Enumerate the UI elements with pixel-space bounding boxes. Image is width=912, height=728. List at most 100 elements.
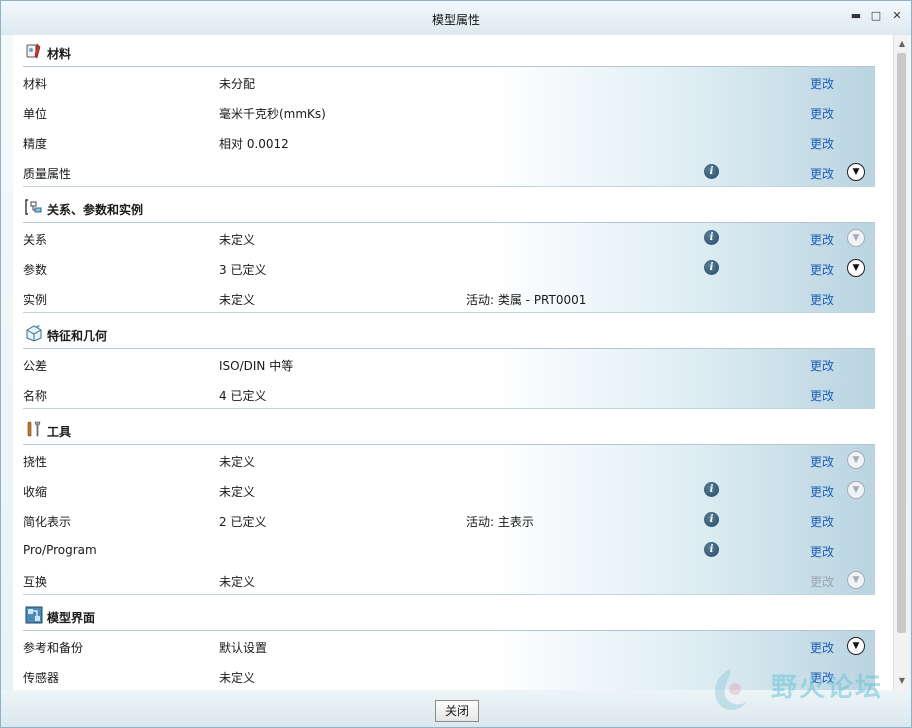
property-row: 材料 未分配 更改 bbox=[23, 67, 875, 97]
property-value: 默认设置 bbox=[219, 641, 268, 655]
section-title: 特征和几何 bbox=[47, 329, 108, 343]
property-value: 未定义 bbox=[219, 293, 256, 307]
property-value: 未定义 bbox=[219, 671, 256, 685]
feature-icon bbox=[25, 324, 43, 342]
property-label: 简化表示 bbox=[23, 515, 72, 529]
change-link: 更改 bbox=[810, 575, 835, 589]
property-row: 实例 未定义 活动: 类属 - PRT0001 更改 bbox=[23, 283, 875, 313]
property-value: 毫米千克秒(mmKs) bbox=[219, 107, 326, 121]
change-link[interactable]: 更改 bbox=[810, 639, 834, 656]
property-label: 名称 bbox=[23, 389, 48, 403]
change-link[interactable]: 更改 bbox=[810, 357, 834, 374]
property-label: 参考和备份 bbox=[23, 641, 84, 655]
section-rows: 挠性 未定义 更改 ▼ 收缩 未定义 i 更改 ▼ 简化表示 2 已定义 活动: 主表示 i 更改 Pro/… bbox=[23, 445, 875, 595]
dialog-title: 模型属性 bbox=[431, 13, 480, 27]
section-rows: 关系 未定义 i 更改 ▼ 参数 3 已定义 i 更改 ▼ 实例 未定义 活动: 类属 - PRT000… bbox=[23, 223, 875, 313]
relations-icon bbox=[25, 198, 43, 216]
chevron-down-icon: ▼ bbox=[847, 229, 865, 247]
scroll-up-icon[interactable]: ▲ bbox=[897, 39, 907, 49]
section-rows: 材料 未分配 更改 单位 毫米千克秒(mmKs) 更改 精度 相对 0.0012 更改 质量属性 i… bbox=[23, 67, 875, 187]
change-link[interactable]: 更改 bbox=[810, 135, 834, 152]
change-link[interactable]: 更改 bbox=[810, 261, 834, 278]
property-label: 材料 bbox=[23, 77, 48, 91]
info-icon[interactable]: i bbox=[704, 542, 719, 557]
close-button[interactable]: 关闭 bbox=[435, 700, 479, 722]
info-icon[interactable]: i bbox=[704, 482, 719, 497]
change-link[interactable]: 更改 bbox=[810, 387, 834, 404]
vertical-scrollbar[interactable]: ▲ ▼ bbox=[893, 35, 909, 690]
property-row: 名称 4 已定义 更改 bbox=[23, 379, 875, 409]
property-label: 挠性 bbox=[23, 455, 48, 469]
change-link[interactable]: 更改 bbox=[810, 513, 834, 530]
info-icon[interactable]: i bbox=[704, 230, 719, 245]
property-row: 简化表示 2 已定义 活动: 主表示 i 更改 bbox=[23, 505, 875, 535]
model-properties-dialog: 模型属性 ▬ □ ✕ 材料 材料 未分配 更改 单位 毫米千克秒(mmKs) 更改 精度 相对 … bbox=[0, 0, 912, 728]
property-value: 未定义 bbox=[219, 233, 256, 247]
property-status: 活动: 主表示 bbox=[466, 515, 534, 529]
change-link[interactable]: 更改 bbox=[810, 543, 834, 560]
property-label: 关系 bbox=[23, 233, 48, 247]
chevron-down-icon[interactable]: ▼ bbox=[847, 637, 865, 655]
material-icon bbox=[25, 42, 43, 60]
property-row: 质量属性 i 更改 ▼ bbox=[23, 157, 875, 187]
property-label: 互换 bbox=[23, 575, 48, 589]
section-header-feature: 特征和几何 bbox=[13, 317, 875, 349]
section-rows: 公差 ISO/DIN 中等 更改 名称 4 已定义 更改 bbox=[23, 349, 875, 409]
property-value: 未定义 bbox=[219, 575, 256, 589]
property-row: 关系 未定义 i 更改 ▼ bbox=[23, 223, 875, 253]
section-rows: 参考和备份 默认设置 更改 ▼ 传感器 未定义 更改 bbox=[23, 631, 875, 690]
property-value: ISO/DIN 中等 bbox=[219, 359, 294, 373]
property-row: 传感器 未定义 更改 bbox=[23, 661, 875, 690]
section-header-model-interface: 模型界面 bbox=[13, 599, 875, 631]
section-header-material: 材料 bbox=[13, 35, 875, 67]
dialog-footer: 关闭 bbox=[1, 690, 911, 727]
change-link[interactable]: 更改 bbox=[810, 75, 834, 92]
info-icon[interactable]: i bbox=[704, 512, 719, 527]
property-row: 公差 ISO/DIN 中等 更改 bbox=[23, 349, 875, 379]
property-status: 活动: 类属 - PRT0001 bbox=[466, 293, 587, 307]
property-label: 质量属性 bbox=[23, 167, 72, 181]
change-link[interactable]: 更改 bbox=[810, 231, 834, 248]
change-link[interactable]: 更改 bbox=[810, 669, 834, 686]
maximize-button[interactable]: □ bbox=[869, 9, 883, 23]
property-label: Pro/Program bbox=[23, 543, 97, 557]
property-row: 精度 相对 0.0012 更改 bbox=[23, 127, 875, 157]
info-icon[interactable]: i bbox=[704, 260, 719, 275]
property-row: 挠性 未定义 更改 ▼ bbox=[23, 445, 875, 475]
section-title: 工具 bbox=[47, 425, 72, 439]
section-header-tools: 工具 bbox=[13, 413, 875, 445]
property-value: 3 已定义 bbox=[219, 263, 267, 277]
property-label: 实例 bbox=[23, 293, 48, 307]
property-value: 4 已定义 bbox=[219, 389, 267, 403]
section-title: 材料 bbox=[47, 47, 72, 61]
close-window-button[interactable]: ✕ bbox=[890, 9, 904, 23]
property-label: 参数 bbox=[23, 263, 48, 277]
chevron-down-icon: ▼ bbox=[847, 571, 865, 589]
property-row: 互换 未定义 更改 ▼ bbox=[23, 565, 875, 595]
change-link[interactable]: 更改 bbox=[810, 483, 834, 500]
chevron-down-icon: ▼ bbox=[847, 481, 865, 499]
title-bar[interactable]: 模型属性 ▬ □ ✕ bbox=[1, 1, 911, 35]
property-label: 单位 bbox=[23, 107, 48, 121]
change-link[interactable]: 更改 bbox=[810, 291, 834, 308]
model-interface-icon bbox=[25, 606, 43, 624]
scroll-thumb[interactable] bbox=[897, 53, 906, 633]
change-link[interactable]: 更改 bbox=[810, 165, 834, 182]
chevron-down-icon[interactable]: ▼ bbox=[847, 163, 865, 181]
property-label: 传感器 bbox=[23, 671, 60, 685]
info-icon[interactable]: i bbox=[704, 164, 719, 179]
change-link[interactable]: 更改 bbox=[810, 453, 834, 470]
property-row: 参考和备份 默认设置 更改 ▼ bbox=[23, 631, 875, 661]
property-row: 参数 3 已定义 i 更改 ▼ bbox=[23, 253, 875, 283]
property-row: 收缩 未定义 i 更改 ▼ bbox=[23, 475, 875, 505]
property-value: 相对 0.0012 bbox=[219, 137, 289, 151]
property-row: 单位 毫米千克秒(mmKs) 更改 bbox=[23, 97, 875, 127]
chevron-down-icon[interactable]: ▼ bbox=[847, 259, 865, 277]
property-label: 精度 bbox=[23, 137, 48, 151]
property-value: 未定义 bbox=[219, 485, 256, 499]
change-link[interactable]: 更改 bbox=[810, 105, 834, 122]
minimize-button[interactable]: ▬ bbox=[849, 9, 863, 23]
property-label: 收缩 bbox=[23, 485, 48, 499]
scroll-down-icon[interactable]: ▼ bbox=[897, 676, 907, 686]
property-value: 未分配 bbox=[219, 77, 256, 91]
